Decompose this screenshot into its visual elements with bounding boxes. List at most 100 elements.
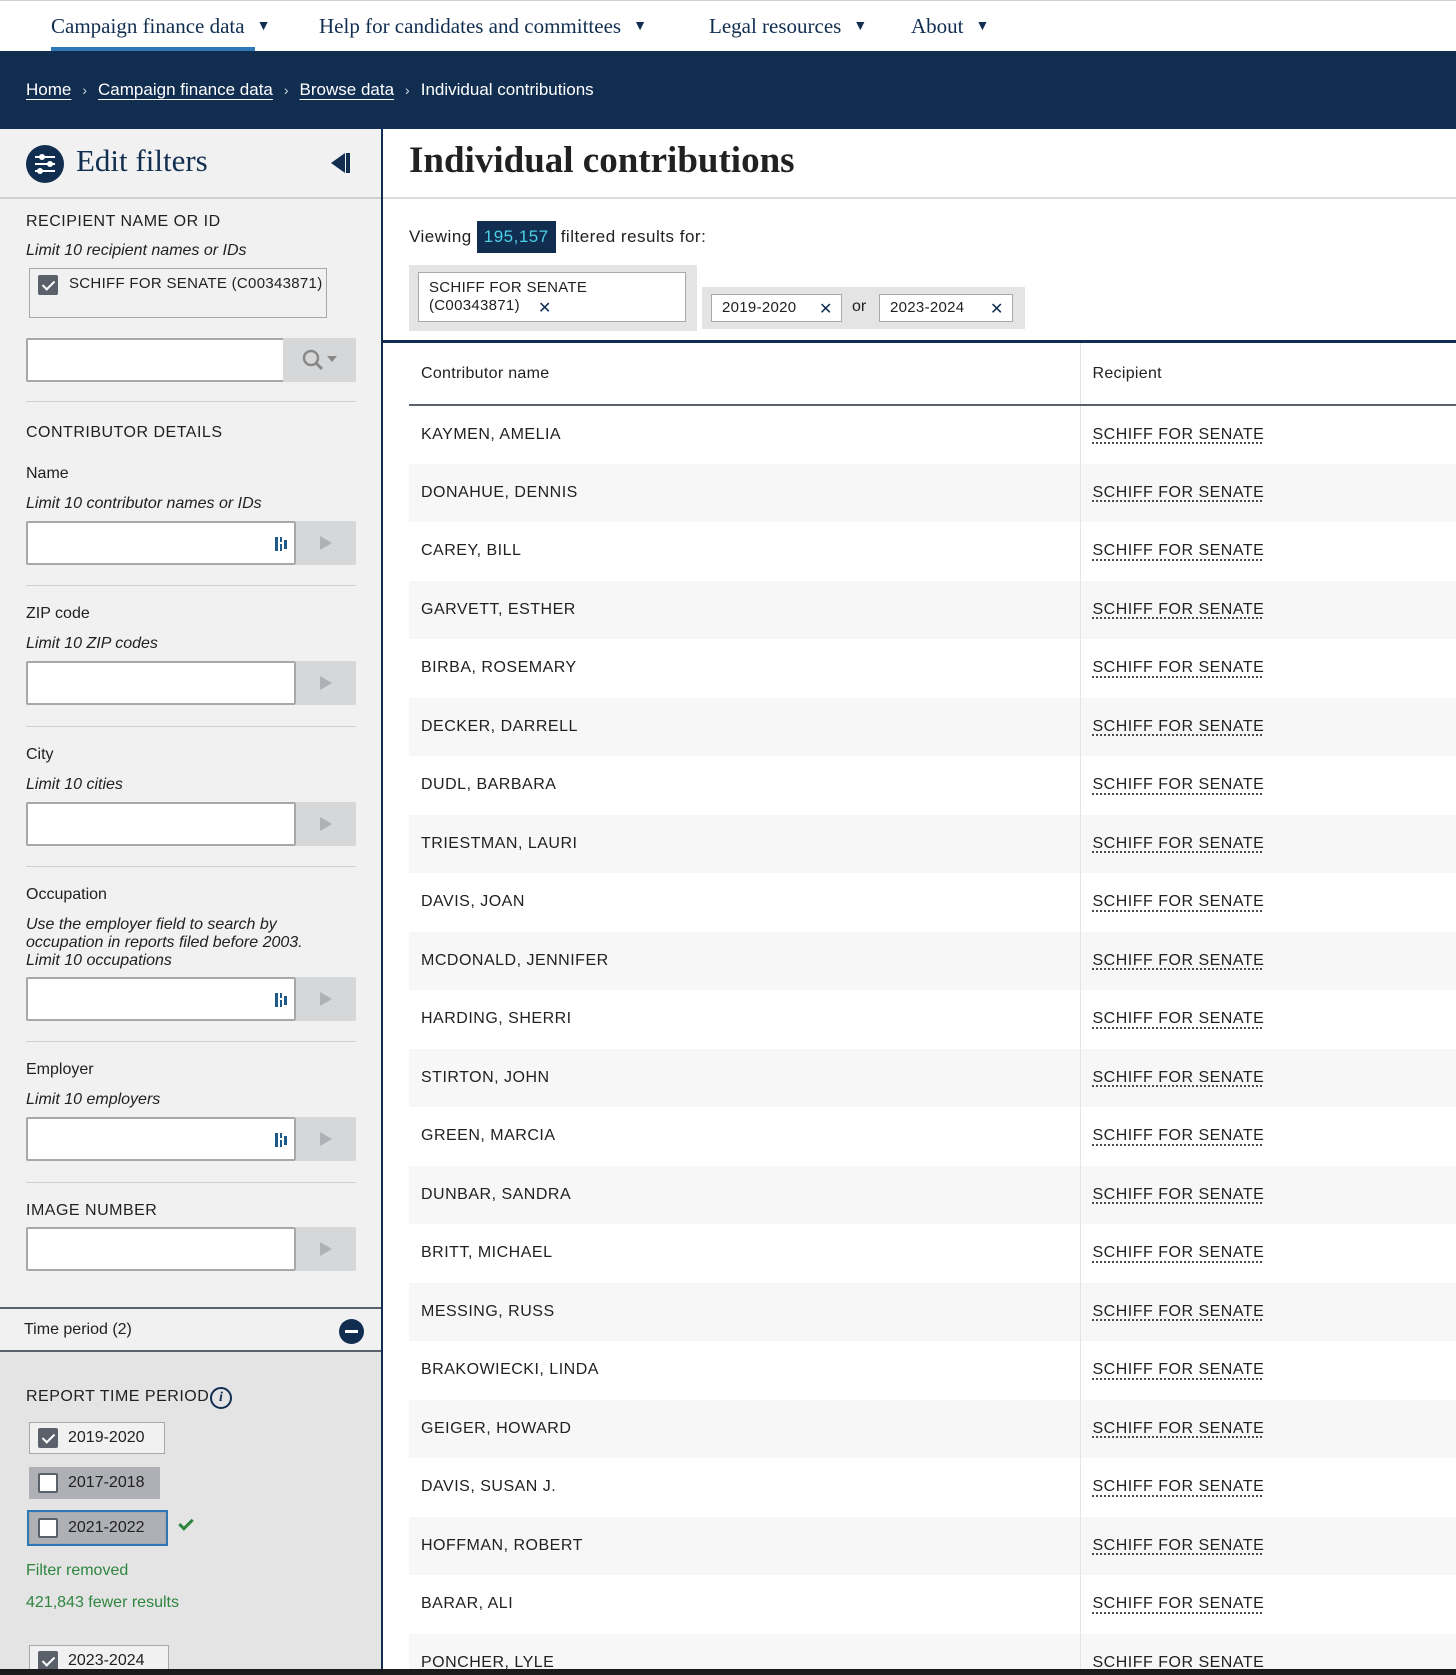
recipient-link[interactable]: SCHIFF FOR SENATE <box>1093 776 1265 793</box>
recipient-cell: SCHIFF FOR SENATE <box>1080 932 1456 991</box>
time-period-toggle[interactable]: Time period (2) <box>0 1307 381 1352</box>
recipient-link[interactable]: SCHIFF FOR SENATE <box>1093 893 1265 910</box>
period-checkbox[interactable] <box>38 1473 58 1493</box>
contributor-name-cell: MESSING, RUSS <box>409 1283 1080 1342</box>
recipient-selected-chip[interactable]: SCHIFF FOR SENATE (C00343871) <box>29 268 327 318</box>
recipient-cell: SCHIFF FOR SENATE <box>1080 1341 1456 1400</box>
image-number-label: IMAGE NUMBER <box>26 1202 157 1220</box>
contributor-name-submit[interactable] <box>296 521 356 565</box>
occupation-hint: Use the employer field to search by occu… <box>26 916 326 970</box>
city-input[interactable] <box>26 802 296 846</box>
period-option-2021-2022[interactable]: 2021-2022 <box>29 1512 166 1544</box>
contributor-name-cell: HOFFMAN, ROBERT <box>409 1517 1080 1576</box>
zip-code-input[interactable] <box>26 661 296 705</box>
employer-hint: Limit 10 employers <box>26 1091 160 1109</box>
recipient-link[interactable]: SCHIFF FOR SENATE <box>1093 426 1265 443</box>
column-header-contributor[interactable]: Contributor name <box>409 343 1080 405</box>
nav-legal-resources[interactable]: Legal resources ▼ <box>709 1 867 52</box>
recipient-link[interactable]: SCHIFF FOR SENATE <box>1093 1595 1265 1612</box>
recipient-hint: Limit 10 recipient names or IDs <box>26 242 247 260</box>
recipient-checkbox[interactable] <box>38 275 58 295</box>
contributor-name-cell: DUNBAR, SANDRA <box>409 1166 1080 1225</box>
table-row: KAYMEN, AMELIA SCHIFF FOR SENATE <box>409 405 1456 464</box>
contributor-name-cell: BIRBA, ROSEMARY <box>409 639 1080 698</box>
recipient-link[interactable]: SCHIFF FOR SENATE <box>1093 484 1265 501</box>
recipient-link[interactable]: SCHIFF FOR SENATE <box>1093 835 1265 852</box>
zip-code-submit[interactable] <box>296 661 356 705</box>
period-checkbox[interactable] <box>38 1428 58 1448</box>
recipient-link[interactable]: SCHIFF FOR SENATE <box>1093 1303 1265 1320</box>
period-checkbox[interactable] <box>38 1651 58 1671</box>
close-icon[interactable]: ✕ <box>538 298 552 318</box>
section-divider <box>26 1182 356 1183</box>
play-arrow-icon <box>320 1132 332 1146</box>
recipient-link[interactable]: SCHIFF FOR SENATE <box>1093 1069 1265 1086</box>
recipient-cell: SCHIFF FOR SENATE <box>1080 756 1456 815</box>
recipient-cell: SCHIFF FOR SENATE <box>1080 522 1456 581</box>
period-label: 2017-2018 <box>68 1474 145 1492</box>
zip-code-label: ZIP code <box>26 605 90 623</box>
filter-sidebar: Edit filters RECIPIENT NAME OR ID Limit … <box>0 129 383 1675</box>
viewing-suffix: filtered results for: <box>561 227 707 247</box>
nav-campaign-finance-data[interactable]: Campaign finance data ▼ <box>51 1 270 52</box>
recipient-search-button[interactable] <box>283 338 356 382</box>
recipient-link[interactable]: SCHIFF FOR SENATE <box>1093 1420 1265 1437</box>
employer-input[interactable] <box>26 1117 296 1161</box>
recipient-cell: SCHIFF FOR SENATE <box>1080 1166 1456 1225</box>
column-header-recipient[interactable]: Recipient <box>1080 343 1456 405</box>
play-arrow-icon <box>320 992 332 1006</box>
period-option-2019-2020[interactable]: 2019-2020 <box>29 1422 165 1454</box>
recipient-link[interactable]: SCHIFF FOR SENATE <box>1093 1537 1265 1554</box>
nav-help-candidates[interactable]: Help for candidates and committees ▼ <box>319 1 647 52</box>
recipient-link[interactable]: SCHIFF FOR SENATE <box>1093 1010 1265 1027</box>
contributor-name-cell: MCDONALD, JENNIFER <box>409 932 1080 991</box>
recipient-link[interactable]: SCHIFF FOR SENATE <box>1093 659 1265 676</box>
period-option-2017-2018[interactable]: 2017-2018 <box>29 1467 160 1499</box>
contributor-name-input[interactable] <box>26 521 296 565</box>
recipient-link[interactable]: SCHIFF FOR SENATE <box>1093 601 1265 618</box>
image-number-submit[interactable] <box>296 1227 356 1271</box>
period-filter-tag-a: 2019-2020 ✕ <box>711 294 842 322</box>
breadcrumb: Home › Campaign finance data › Browse da… <box>26 51 594 129</box>
occupation-input[interactable] <box>26 977 296 1021</box>
recipient-search-input[interactable] <box>26 338 285 382</box>
recipient-cell: SCHIFF FOR SENATE <box>1080 1224 1456 1283</box>
period-label: 2019-2020 <box>68 1429 145 1447</box>
recipient-link[interactable]: SCHIFF FOR SENATE <box>1093 952 1265 969</box>
close-icon[interactable]: ✕ <box>990 299 1004 319</box>
recipient-link[interactable]: SCHIFF FOR SENATE <box>1093 718 1265 735</box>
breadcrumb-browse-data[interactable]: Browse data <box>300 80 395 100</box>
recipient-link[interactable]: SCHIFF FOR SENATE <box>1093 1361 1265 1378</box>
contributor-name-cell: STIRTON, JOHN <box>409 1049 1080 1108</box>
image-number-input[interactable] <box>26 1227 296 1271</box>
recipient-link[interactable]: SCHIFF FOR SENATE <box>1093 1186 1265 1203</box>
employer-submit[interactable] <box>296 1117 356 1161</box>
info-icon[interactable]: i <box>210 1387 232 1409</box>
period-checkbox[interactable] <box>38 1518 58 1538</box>
filter-sliders-icon <box>26 145 64 183</box>
contributor-name-cell: HARDING, SHERRI <box>409 990 1080 1049</box>
occupation-submit[interactable] <box>296 977 356 1021</box>
recipient-section-label: RECIPIENT NAME OR ID <box>26 213 221 231</box>
collapse-panel-icon[interactable] <box>325 151 351 175</box>
breadcrumb-campaign-finance-data[interactable]: Campaign finance data <box>98 80 273 100</box>
nav-about[interactable]: About ▼ <box>911 1 989 52</box>
table-row: HOFFMAN, ROBERT SCHIFF FOR SENATE <box>409 1517 1456 1576</box>
table-row: BIRBA, ROSEMARY SCHIFF FOR SENATE <box>409 639 1456 698</box>
contributor-name-hint: Limit 10 contributor names or IDs <box>26 495 262 513</box>
recipient-cell: SCHIFF FOR SENATE <box>1080 581 1456 640</box>
recipient-cell: SCHIFF FOR SENATE <box>1080 1049 1456 1108</box>
close-icon[interactable]: ✕ <box>819 299 833 319</box>
table-row: BRITT, MICHAEL SCHIFF FOR SENATE <box>409 1224 1456 1283</box>
time-period-panel: REPORT TIME PERIOD i 2019-2020 2017-2018… <box>0 1352 381 1675</box>
recipient-link[interactable]: SCHIFF FOR SENATE <box>1093 1244 1265 1261</box>
section-divider <box>26 726 356 727</box>
table-row: GREEN, MARCIA SCHIFF FOR SENATE <box>409 1107 1456 1166</box>
contributor-name-cell: TRIESTMAN, LAURI <box>409 815 1080 874</box>
city-submit[interactable] <box>296 802 356 846</box>
recipient-link[interactable]: SCHIFF FOR SENATE <box>1093 1127 1265 1144</box>
breadcrumb-home[interactable]: Home <box>26 80 71 100</box>
recipient-link[interactable]: SCHIFF FOR SENATE <box>1093 1478 1265 1495</box>
period-filter-tag-label: 2019-2020 <box>722 299 796 316</box>
recipient-link[interactable]: SCHIFF FOR SENATE <box>1093 542 1265 559</box>
